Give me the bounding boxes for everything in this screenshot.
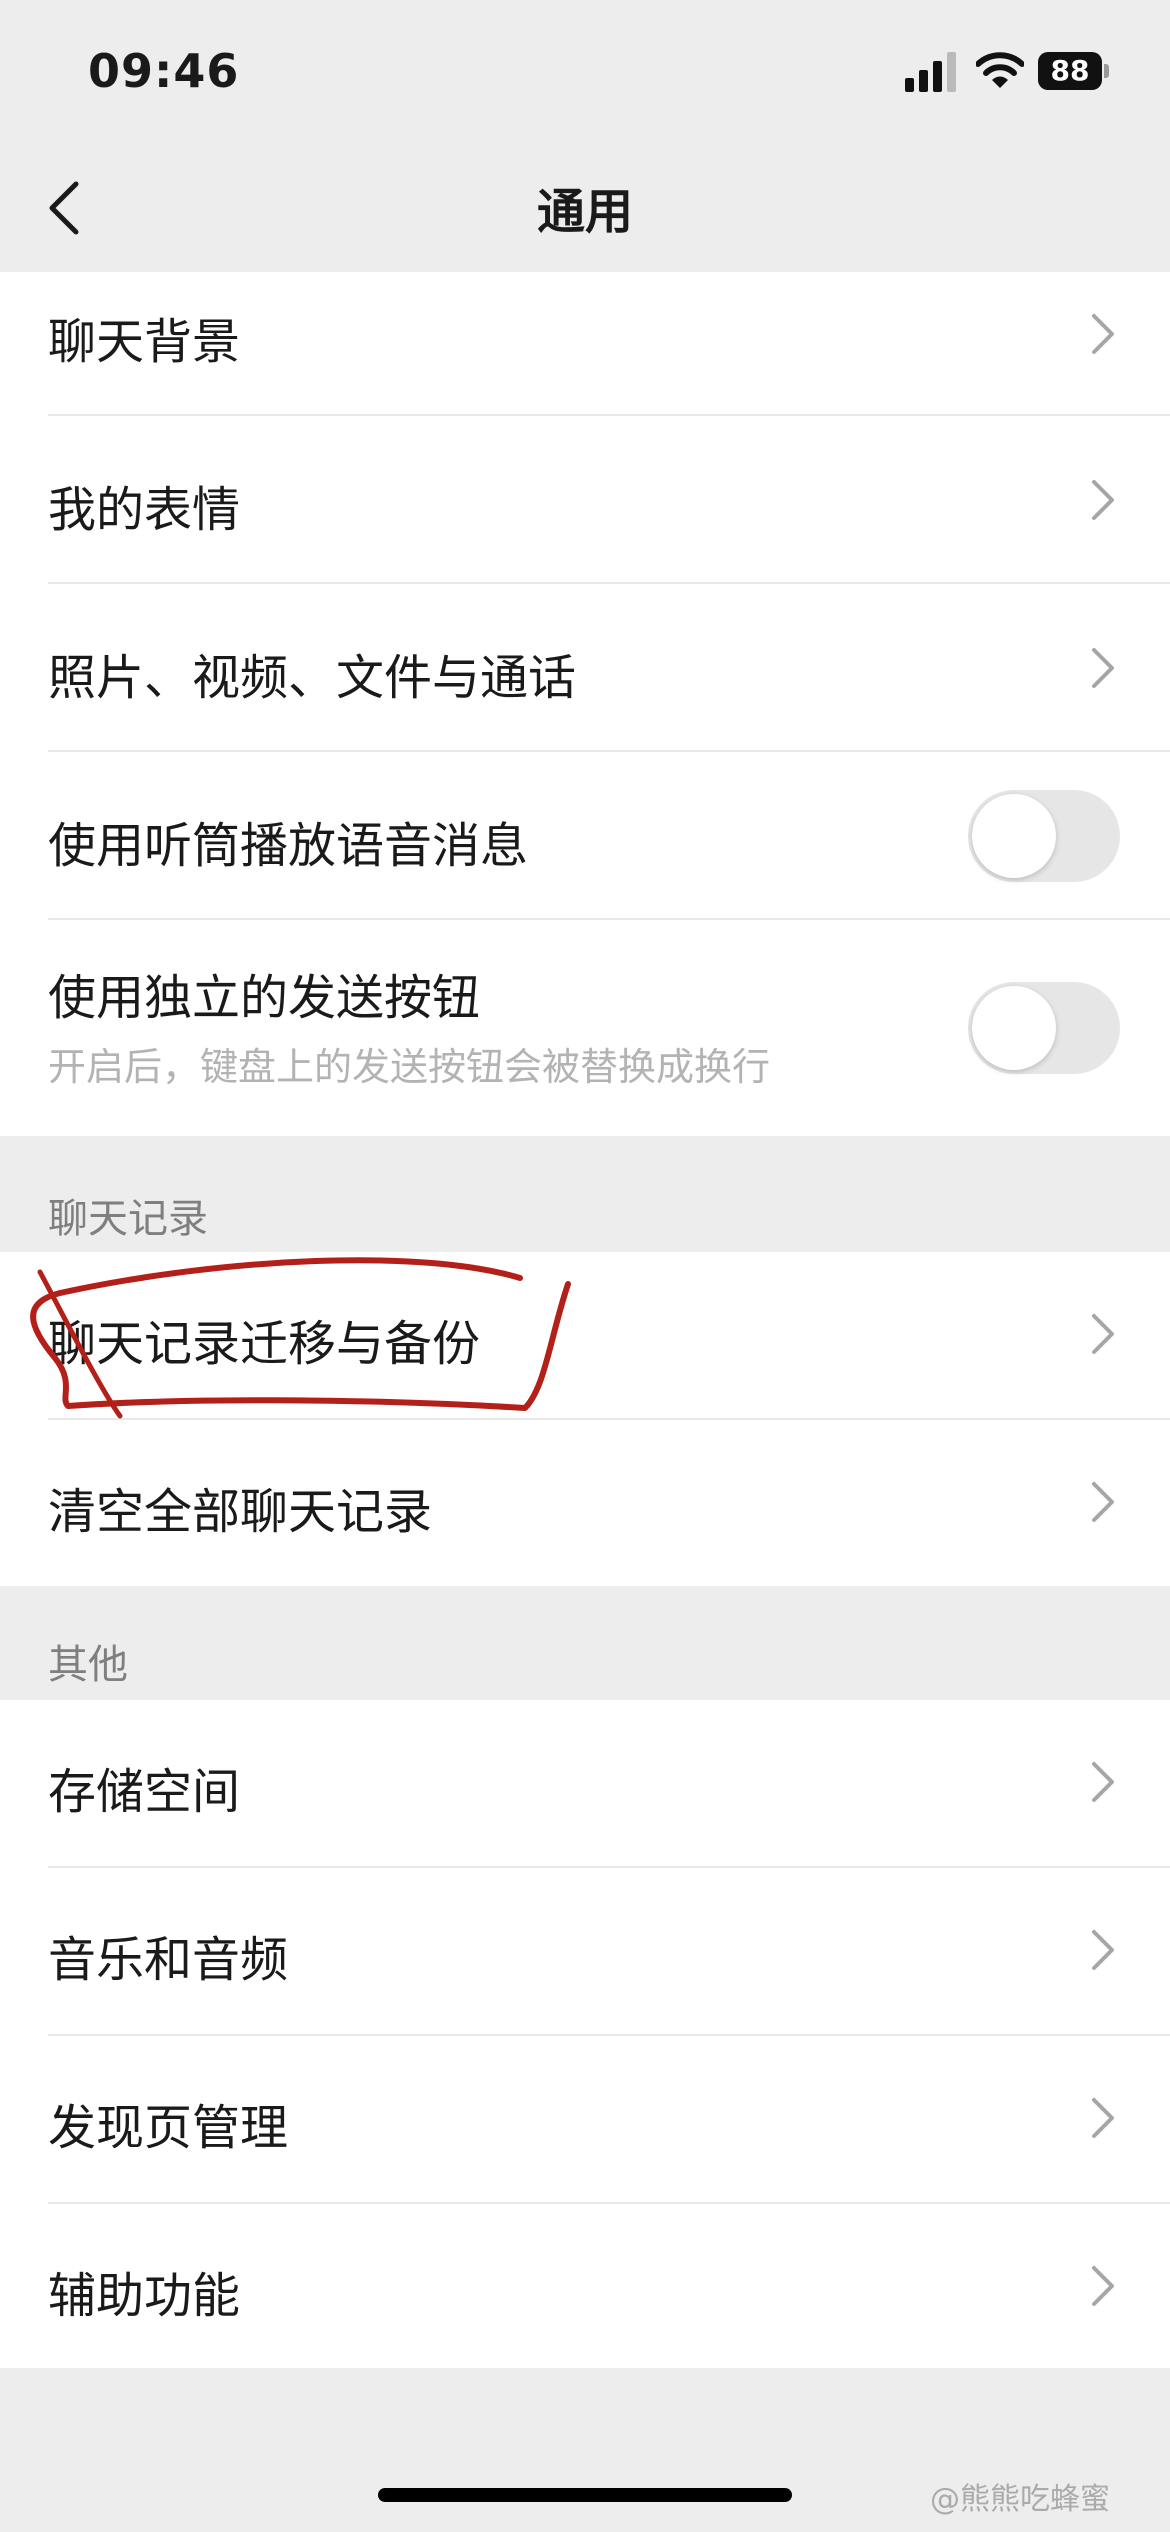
chevron-right-icon	[1092, 1314, 1114, 1354]
list-item-label: 聊天背景	[48, 314, 241, 370]
earpiece-toggle[interactable]	[968, 790, 1120, 882]
toggle-knob	[972, 794, 1056, 878]
home-indicator[interactable]	[378, 2488, 792, 2502]
list-item-chat-background[interactable]: 聊天背景	[0, 272, 1170, 414]
chevron-right-icon	[1092, 1482, 1114, 1522]
battery-icon: 88	[1038, 52, 1110, 90]
section-header-other: 其他	[48, 1642, 128, 1688]
page-title: 通用	[536, 184, 633, 240]
wifi-icon	[976, 52, 1024, 88]
list-item-migrate-backup[interactable]: 聊天记录迁移与备份	[0, 1252, 1170, 1418]
chevron-right-icon	[1092, 480, 1114, 520]
list-item-earpiece: 使用听筒播放语音消息	[0, 752, 1170, 918]
list-item-label: 存储空间	[48, 1764, 241, 1820]
list-item-label: 照片、视频、文件与通话	[48, 650, 577, 706]
general-settings-group: 聊天背景 我的表情 照片、视频、文件与通话 使用听筒播放语音消息 使用独立的发送…	[0, 272, 1170, 1136]
chevron-right-icon	[1092, 1762, 1114, 1802]
list-item-label: 发现页管理	[48, 2100, 289, 2156]
list-item-description: 开启后，键盘上的发送按钮会被替换成换行	[48, 1045, 771, 1089]
list-item-storage[interactable]: 存储空间	[0, 1700, 1170, 1866]
list-item-label: 辅助功能	[48, 2268, 241, 2324]
status-bar: 09:46 88	[0, 0, 1170, 140]
cellular-signal-icon	[905, 52, 956, 92]
chevron-right-icon	[1092, 648, 1114, 688]
send-button-toggle[interactable]	[968, 982, 1120, 1074]
list-item-label: 聊天记录迁移与备份	[48, 1316, 481, 1372]
list-item-music-audio[interactable]: 音乐和音频	[0, 1868, 1170, 2034]
toggle-knob	[972, 986, 1056, 1070]
battery-level: 88	[1038, 52, 1102, 90]
watermark: @熊熊吃蜂蜜	[930, 2482, 1110, 2517]
chevron-right-icon	[1092, 2098, 1114, 2138]
list-item-label: 使用听筒播放语音消息	[48, 818, 529, 874]
list-item-discover-manage[interactable]: 发现页管理	[0, 2036, 1170, 2202]
list-item-my-stickers[interactable]: 我的表情	[0, 416, 1170, 582]
battery-tip	[1104, 64, 1109, 78]
list-item-clear-history[interactable]: 清空全部聊天记录	[0, 1420, 1170, 1586]
list-item-label: 音乐和音频	[48, 1932, 289, 1988]
list-item-label: 清空全部聊天记录	[48, 1484, 433, 1540]
list-item-accessibility[interactable]: 辅助功能	[0, 2204, 1170, 2368]
list-item-send-button: 使用独立的发送按钮 开启后，键盘上的发送按钮会被替换成换行	[0, 920, 1170, 1136]
chevron-right-icon	[1092, 1930, 1114, 1970]
list-item-label: 我的表情	[48, 482, 241, 538]
list-item-media-files[interactable]: 照片、视频、文件与通话	[0, 584, 1170, 750]
section-header-chat-history: 聊天记录	[48, 1196, 208, 1242]
chevron-right-icon	[1092, 2266, 1114, 2306]
other-group: 存储空间 音乐和音频 发现页管理 辅助功能	[0, 1700, 1170, 2368]
status-time: 09:46	[88, 44, 240, 98]
chat-history-group: 聊天记录迁移与备份 清空全部聊天记录	[0, 1252, 1170, 1586]
list-item-label: 使用独立的发送按钮	[48, 970, 481, 1026]
chevron-right-icon	[1092, 314, 1114, 354]
